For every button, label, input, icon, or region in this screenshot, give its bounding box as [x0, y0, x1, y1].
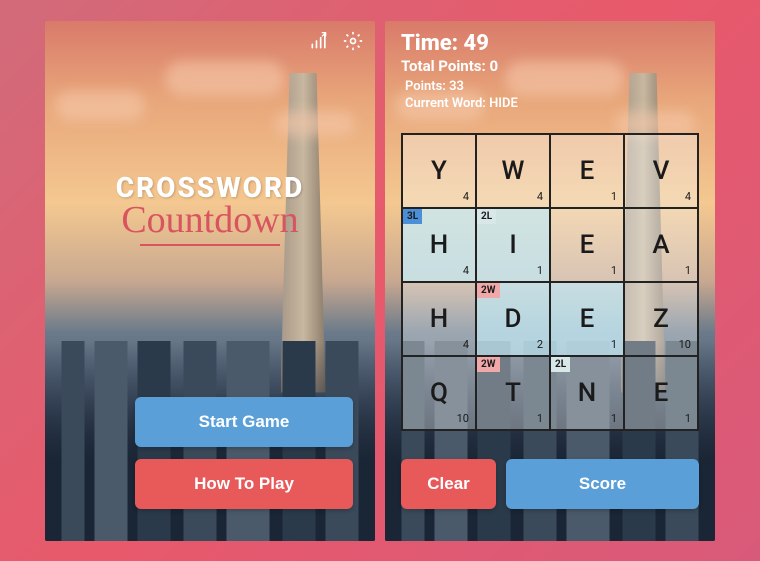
- tile-letter: W: [502, 156, 525, 186]
- score-button[interactable]: Score: [506, 459, 699, 509]
- tile-points: 2: [537, 338, 543, 351]
- tile-letter: E: [580, 230, 595, 260]
- tile-2-0[interactable]: H4: [402, 282, 476, 356]
- top-icons: [309, 31, 363, 55]
- tile-3-2[interactable]: 2L N 1: [550, 356, 624, 430]
- tile-points: 4: [685, 190, 691, 203]
- tile-1-2[interactable]: E1: [550, 208, 624, 282]
- tile-points: 1: [537, 412, 543, 425]
- tile-letter: V: [653, 156, 670, 186]
- tile-bonus: 2L: [477, 209, 496, 224]
- menu-screen: CROSSWORD Countdown Start Game How To Pl…: [45, 21, 375, 541]
- letter-grid: Y4W4E1V43LH42LI1E1A1H42WD2E1Z10Q102WT12L…: [401, 133, 699, 431]
- tile-0-2[interactable]: E1: [550, 134, 624, 208]
- how-to-play-button[interactable]: How To Play: [135, 459, 353, 509]
- tile-bonus: 2W: [477, 357, 500, 372]
- tile-points: 4: [463, 190, 469, 203]
- tile-letter: H: [430, 230, 448, 260]
- tile-letter: Q: [430, 378, 448, 408]
- gear-icon[interactable]: [343, 31, 363, 55]
- game-buttons: Clear Score: [401, 459, 699, 509]
- tile-1-0[interactable]: 3L H 4: [402, 208, 476, 282]
- tile-points: 4: [463, 338, 469, 351]
- start-game-button[interactable]: Start Game: [135, 397, 353, 447]
- tile-points: 1: [611, 190, 617, 203]
- tile-1-1[interactable]: 2L I 1: [476, 208, 550, 282]
- tile-points: 10: [679, 338, 691, 351]
- clear-button[interactable]: Clear: [401, 459, 496, 509]
- tile-letter: E: [654, 378, 669, 408]
- tile-letter: H: [430, 304, 448, 334]
- total-points-display: Total Points: 0: [401, 57, 699, 75]
- tile-points: 1: [685, 264, 691, 277]
- menu-buttons: Start Game How To Play: [135, 397, 353, 509]
- tile-bonus: 2W: [477, 283, 500, 298]
- tile-3-1[interactable]: 2W T 1: [476, 356, 550, 430]
- tile-points: 4: [463, 264, 469, 277]
- tile-1-3[interactable]: A1: [624, 208, 698, 282]
- game-header: Time: 49 Total Points: 0 Points: 33 Curr…: [401, 31, 699, 111]
- tile-2-1[interactable]: 2W D 2: [476, 282, 550, 356]
- tile-0-1[interactable]: W4: [476, 134, 550, 208]
- current-word-display: Current Word: HIDE: [405, 96, 699, 111]
- tile-points: 1: [611, 412, 617, 425]
- tile-letter: T: [505, 378, 521, 408]
- tile-points: 4: [537, 190, 543, 203]
- tile-points: 1: [685, 412, 691, 425]
- tile-points: 10: [457, 412, 469, 425]
- tile-2-2[interactable]: E1: [550, 282, 624, 356]
- tile-letter: E: [580, 304, 595, 334]
- tile-letter: D: [505, 304, 522, 334]
- tile-letter: I: [509, 230, 516, 260]
- tile-points: 1: [611, 338, 617, 351]
- title-bottom: Countdown: [45, 198, 375, 242]
- tile-bonus: 2L: [551, 357, 570, 372]
- tile-0-3[interactable]: V4: [624, 134, 698, 208]
- tile-2-3[interactable]: Z 10: [624, 282, 698, 356]
- tile-points: 1: [611, 264, 617, 277]
- points-display: Points: 33: [405, 79, 699, 94]
- tile-letter: Z: [653, 304, 669, 334]
- tile-3-0[interactable]: Q 10: [402, 356, 476, 430]
- tile-3-3[interactable]: E1: [624, 356, 698, 430]
- time-display: Time: 49: [401, 31, 699, 56]
- tile-letter: A: [652, 230, 669, 260]
- signal-icon[interactable]: [309, 31, 329, 55]
- tile-points: 1: [537, 264, 543, 277]
- tile-letter: N: [578, 378, 596, 408]
- tile-letter: Y: [431, 156, 447, 186]
- tile-letter: E: [580, 156, 595, 186]
- game-title: CROSSWORD Countdown: [45, 171, 375, 246]
- game-screen: Time: 49 Total Points: 0 Points: 33 Curr…: [385, 21, 715, 541]
- tile-0-0[interactable]: Y4: [402, 134, 476, 208]
- tile-bonus: 3L: [403, 209, 422, 224]
